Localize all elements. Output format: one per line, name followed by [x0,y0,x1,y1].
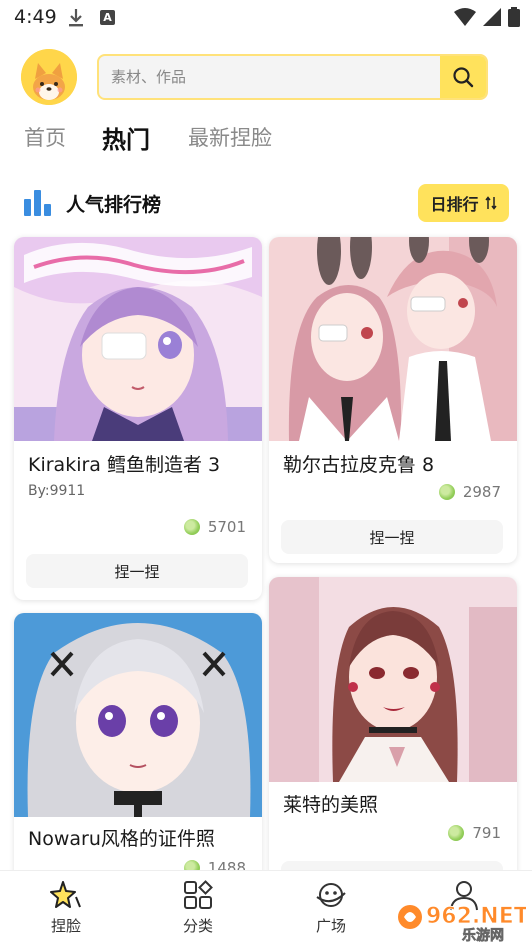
artwork-image [269,577,517,782]
corgi-avatar-icon [21,49,77,105]
card-likes: 5701 [183,518,246,536]
watermark-logo: 962.NET 乐游网 [396,895,529,944]
artwork-illustration [269,577,517,782]
watermark-962-logo: 962.NET 乐游网 [398,904,529,944]
artwork-illustration [269,237,517,441]
card-likes-count: 2987 [462,483,501,501]
sort-daily-button[interactable]: 日排行 [418,184,509,222]
card-title: Nowaru风格的证件照 [28,828,215,850]
avatar[interactable] [21,49,77,105]
wifi-icon [454,8,476,26]
nav-item-pinch[interactable]: 捏脸 [21,871,111,947]
card-likes-count: 5701 [207,518,246,536]
signal-icon [483,8,501,26]
card-title: 勒尔古拉皮克鲁 8 [283,454,435,476]
search-icon [453,67,474,88]
card-likes: 2987 [438,483,501,501]
tab-popular[interactable]: 热门 [100,120,154,155]
card-likes: 791 [448,824,501,842]
bar-chart-icon [24,190,51,216]
card-likes-count: 791 [472,824,501,842]
nav-item-category[interactable]: 分类 [153,871,243,947]
artwork-card[interactable]: Kirakira 鳕鱼制造者 3 By:9911 5701 捏一捏 [14,237,262,600]
nav-label: 分类 [182,917,213,935]
search-input[interactable] [111,56,431,98]
sparkle-star-icon [50,881,81,908]
nav-label: 捏脸 [50,917,81,935]
like-orb-icon [448,825,465,841]
sort-arrows-icon [484,196,497,210]
tab-latest[interactable]: 最新捏脸 [188,122,272,152]
artwork-illustration [14,613,262,817]
nav-item-square[interactable]: 广场 [286,871,376,947]
status-indicators [454,7,520,27]
svg-text:乐游网: 乐游网 [462,927,504,943]
card-author: By:9911 [28,483,86,499]
pinch-button[interactable]: 捏一捏 [281,520,503,554]
artwork-image [14,237,262,441]
like-orb-icon [438,484,455,500]
pinch-button[interactable]: 捏一捏 [26,554,248,588]
artwork-card[interactable]: 勒尔古拉皮克鲁 8 2987 捏一捏 [269,237,517,563]
artwork-illustration [14,237,262,441]
nav-label: 广场 [315,917,346,935]
artwork-card[interactable]: 莱特的美照 791 [269,577,517,893]
artwork-card[interactable]: Nowaru风格的证件照 1488 [14,613,262,893]
app-notification-icon: A [100,10,115,25]
card-title: Kirakira 鳕鱼制造者 3 [28,454,221,476]
status-time: 4:49 [14,6,57,28]
like-orb-icon [183,519,200,535]
category-grid-icon [184,880,213,909]
artwork-image [269,237,517,441]
search-button[interactable] [440,56,486,98]
svg-text:962.NET: 962.NET [426,904,526,929]
ranking-title: 人气排行榜 [66,194,162,216]
tab-home[interactable]: 首页 [24,122,66,152]
battery-icon [508,7,520,27]
search-bar [97,54,488,100]
card-title: 莱特的美照 [283,794,379,816]
sort-label: 日排行 [430,195,479,214]
planet-face-icon [316,883,346,907]
status-bar: 4:49 A [0,0,532,36]
artwork-image [14,613,262,817]
download-icon [69,9,83,27]
tab-popular-label: 热门 [102,126,150,154]
